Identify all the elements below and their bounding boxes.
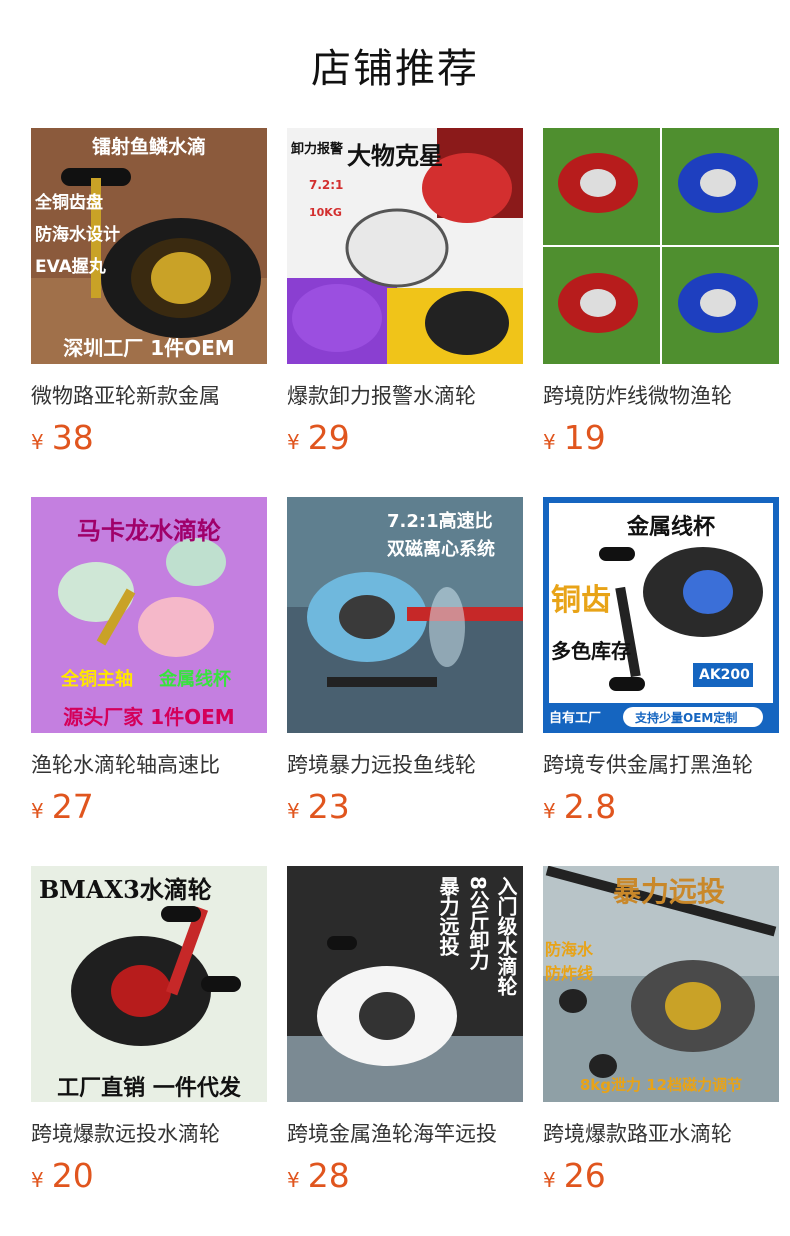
image-caption: 金属线杯: [627, 515, 716, 540]
price-value: 2.8: [563, 787, 617, 826]
product-price: ¥23: [287, 787, 523, 827]
price-value: 19: [563, 418, 606, 457]
price-value: 23: [307, 787, 350, 826]
price-value: 38: [51, 418, 94, 457]
image-caption: 镭射鱼鳞水滴: [91, 136, 206, 158]
image-caption: 铜齿: [551, 583, 611, 618]
product-image[interactable]: [543, 128, 779, 364]
currency-symbol: ¥: [287, 1168, 300, 1192]
product-name[interactable]: 爆款卸力报警水滴轮: [287, 380, 523, 412]
image-caption: 暴力远投: [436, 876, 460, 956]
image-caption: 马卡龙水滴轮: [77, 517, 221, 545]
price-value: 28: [307, 1156, 350, 1195]
image-caption: 7.2:1: [309, 178, 344, 192]
image-caption: 卸力报警: [291, 142, 344, 157]
image-caption: 源头厂家 1件OEM: [63, 705, 235, 729]
currency-symbol: ¥: [287, 799, 300, 823]
product-price: ¥38: [31, 418, 267, 458]
currency-symbol: ¥: [31, 799, 44, 823]
product-name[interactable]: 跨境金属渔轮海竿远投: [287, 1118, 523, 1150]
product-name[interactable]: 渔轮水滴轮轴高速比: [31, 749, 267, 781]
product-image[interactable]: 入门级水滴轮 8公斤卸力 暴力远投: [287, 866, 523, 1102]
image-caption: 防海水: [545, 940, 594, 959]
product-price: ¥27: [31, 787, 267, 827]
product-name[interactable]: 跨境防炸线微物渔轮: [543, 380, 779, 412]
image-caption: 双磁离心系统: [387, 539, 495, 560]
image-caption: 多色库存: [551, 639, 631, 663]
product-card[interactable]: 马卡龙水滴轮 全铜主轴 金属线杯 源头厂家 1件OEM 渔轮水滴轮轴高速比 ¥2…: [31, 497, 267, 827]
product-price: ¥20: [31, 1156, 267, 1196]
product-price: ¥26: [543, 1156, 779, 1196]
page-title: 店铺推荐: [311, 46, 479, 92]
price-value: 20: [51, 1156, 94, 1195]
currency-symbol: ¥: [543, 799, 556, 823]
image-caption: 自有工厂: [549, 711, 602, 726]
image-caption: 深圳工厂 1件OEM: [63, 336, 235, 360]
product-card[interactable]: 7.2:1高速比 双磁离心系统 跨境暴力远投鱼线轮 ¥23: [287, 497, 523, 827]
currency-symbol: ¥: [287, 430, 300, 454]
product-card[interactable]: 镭射鱼鳞水滴 全铜齿盘 防海水设计 EVA握丸 深圳工厂 1件OEM 微物路亚轮…: [31, 128, 267, 458]
image-caption: 10KG: [309, 206, 342, 219]
product-card[interactable]: BMAX3水滴轮 工厂直销 一件代发 跨境爆款远投水滴轮 ¥20: [31, 866, 267, 1196]
image-caption: 金属线杯: [159, 669, 231, 690]
product-image[interactable]: 7.2:1高速比 双磁离心系统: [287, 497, 523, 733]
image-caption: 防炸线: [545, 964, 594, 983]
product-name[interactable]: 跨境爆款远投水滴轮: [31, 1118, 267, 1150]
image-caption: 全铜齿盘: [35, 193, 103, 213]
image-caption: AK200: [699, 667, 750, 683]
image-caption: 全铜主轴: [61, 669, 133, 690]
image-caption: 支持少量OEM定制: [635, 711, 738, 725]
product-price: ¥19: [543, 418, 779, 458]
product-image[interactable]: 马卡龙水滴轮 全铜主轴 金属线杯 源头厂家 1件OEM: [31, 497, 267, 733]
product-image[interactable]: 大物克星 卸力报警 7.2:1 10KG: [287, 128, 523, 364]
product-image[interactable]: 金属线杯 铜齿 多色库存 AK200 自有工厂 支持少量OEM定制: [543, 497, 779, 733]
image-caption: 暴力远投: [613, 875, 726, 908]
image-caption: 工厂直销 一件代发: [57, 1076, 241, 1101]
image-caption: 防海水设计: [35, 225, 120, 245]
product-price: ¥2.8: [543, 787, 779, 827]
currency-symbol: ¥: [31, 1168, 44, 1192]
product-card[interactable]: 金属线杯 铜齿 多色库存 AK200 自有工厂 支持少量OEM定制 跨境专供金属…: [543, 497, 779, 827]
image-caption: 7.2:1高速比: [387, 511, 493, 532]
product-name[interactable]: 跨境专供金属打黑渔轮: [543, 749, 779, 781]
image-caption: EVA握丸: [35, 257, 106, 277]
product-card[interactable]: 暴力远投 防海水 防炸线 8kg泄力 12档磁力调节 跨境爆款路亚水滴轮 ¥26: [543, 866, 779, 1196]
price-value: 26: [563, 1156, 606, 1195]
currency-symbol: ¥: [543, 1168, 556, 1192]
price-value: 29: [307, 418, 350, 457]
product-card[interactable]: 大物克星 卸力报警 7.2:1 10KG 爆款卸力报警水滴轮 ¥29: [287, 128, 523, 458]
product-name[interactable]: 微物路亚轮新款金属: [31, 380, 267, 412]
product-name[interactable]: 跨境爆款路亚水滴轮: [543, 1118, 779, 1150]
product-price: ¥29: [287, 418, 523, 458]
product-image[interactable]: 暴力远投 防海水 防炸线 8kg泄力 12档磁力调节: [543, 866, 779, 1102]
image-caption: 8kg泄力 12档磁力调节: [579, 1076, 743, 1094]
price-value: 27: [51, 787, 94, 826]
product-name[interactable]: 跨境暴力远投鱼线轮: [287, 749, 523, 781]
image-caption: 入门级水滴轮: [494, 876, 518, 996]
currency-symbol: ¥: [543, 430, 556, 454]
product-card[interactable]: 跨境防炸线微物渔轮 ¥19: [543, 128, 779, 458]
product-image[interactable]: BMAX3水滴轮 工厂直销 一件代发: [31, 866, 267, 1102]
image-caption: 大物克星: [347, 142, 443, 170]
image-caption: BMAX3水滴轮: [39, 875, 212, 904]
product-image[interactable]: 镭射鱼鳞水滴 全铜齿盘 防海水设计 EVA握丸 深圳工厂 1件OEM: [31, 128, 267, 364]
image-caption: 8公斤卸力: [466, 876, 490, 970]
product-price: ¥28: [287, 1156, 523, 1196]
currency-symbol: ¥: [31, 430, 44, 454]
product-card[interactable]: 入门级水滴轮 8公斤卸力 暴力远投 跨境金属渔轮海竿远投 ¥28: [287, 866, 523, 1196]
